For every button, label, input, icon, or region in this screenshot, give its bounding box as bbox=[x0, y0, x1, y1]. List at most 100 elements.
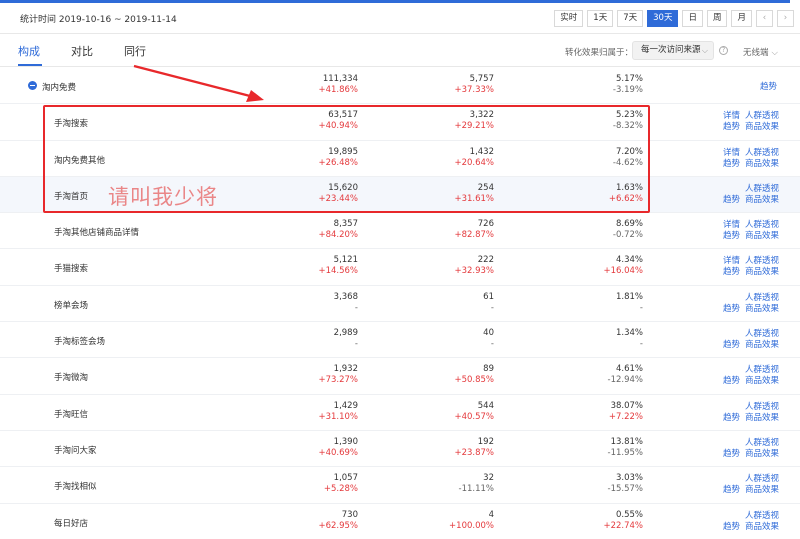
metric-change: +37.33% bbox=[454, 85, 494, 95]
crowd-link[interactable]: 人群透视 bbox=[745, 184, 779, 195]
crowd-link[interactable]: 人群透视 bbox=[745, 256, 779, 267]
visitors-cell: 2,989 - bbox=[334, 328, 358, 350]
trend-link[interactable]: 趋势 bbox=[723, 122, 740, 133]
metric-value: 544 bbox=[477, 400, 494, 411]
table-row: 手淘找相似 1,057 +5.28% 32 -11.11% 3.03% -15.… bbox=[0, 467, 800, 504]
buyers-cell: 222 +32.93% bbox=[454, 255, 494, 277]
stat-time-label: 统计时间 2019-10-16 ~ 2019-11-14 bbox=[20, 15, 177, 25]
range-realtime-button[interactable]: 实时 bbox=[554, 10, 584, 27]
metric-value: 8.69% bbox=[615, 219, 643, 230]
tab-peers[interactable]: 同行 bbox=[124, 43, 146, 59]
detail-link[interactable]: 详情 bbox=[723, 256, 740, 267]
conversion-cell: 38.07% +7.22% bbox=[609, 401, 643, 423]
goods-link[interactable]: 商品效果 bbox=[745, 267, 779, 278]
metric-value: 8,357 bbox=[333, 219, 358, 230]
range-7day-button[interactable]: 7天 bbox=[617, 10, 644, 27]
chevron-left-icon[interactable]: ‹ bbox=[756, 10, 773, 27]
metric-value: 1,932 bbox=[333, 364, 358, 375]
range-month-button[interactable]: 月 bbox=[731, 10, 752, 27]
metric-change: +40.69% bbox=[318, 447, 358, 458]
goods-link[interactable]: 商品效果 bbox=[745, 522, 779, 533]
crowd-link[interactable]: 人群透视 bbox=[745, 329, 779, 340]
chevron-down-icon: ⌵ bbox=[701, 46, 708, 55]
crowd-link[interactable]: 人群透视 bbox=[745, 293, 779, 304]
attribution-select[interactable]: 每一次访问来源 ⌵ bbox=[632, 41, 714, 60]
chevron-right-icon[interactable]: › bbox=[777, 10, 794, 27]
goods-link[interactable]: 商品效果 bbox=[745, 195, 779, 206]
metric-change: - bbox=[490, 339, 494, 350]
device-select[interactable]: 无线端 ⌵ bbox=[743, 46, 778, 58]
metric-change: +32.93% bbox=[454, 266, 494, 277]
metric-value: 3,322 bbox=[469, 110, 494, 121]
metric-value: 15,620 bbox=[328, 182, 358, 193]
trend-link[interactable]: 趋势 bbox=[723, 376, 740, 387]
metric-change: -3.19% bbox=[612, 85, 643, 95]
goods-link[interactable]: 商品效果 bbox=[745, 413, 779, 424]
crowd-link[interactable]: 人群透视 bbox=[745, 111, 779, 122]
table-row: 手淘搜索 63,517 +40.94% 3,322 +29.21% 5.23% … bbox=[0, 104, 800, 141]
metric-value: 1,057 bbox=[333, 473, 358, 484]
crowd-link[interactable]: 人群透视 bbox=[745, 438, 779, 449]
metric-value: 38.07% bbox=[610, 400, 643, 411]
tab-composition[interactable]: 构成 bbox=[18, 43, 40, 59]
metric-value: 61 bbox=[483, 291, 494, 302]
trend-link[interactable]: 趋势 bbox=[723, 304, 740, 315]
metric-value: 63,517 bbox=[328, 110, 358, 121]
trend-link[interactable]: 趋势 bbox=[723, 413, 740, 424]
metric-value: 1.81% bbox=[615, 291, 643, 302]
metric-change: +23.44% bbox=[318, 193, 358, 204]
goods-link[interactable]: 商品效果 bbox=[745, 231, 779, 242]
goods-link[interactable]: 商品效果 bbox=[745, 376, 779, 387]
crowd-link[interactable]: 人群透视 bbox=[745, 148, 779, 159]
goods-link[interactable]: 商品效果 bbox=[745, 304, 779, 315]
metric-change: +26.48% bbox=[318, 157, 358, 168]
metric-change: +22.74% bbox=[603, 520, 643, 531]
metric-change: +31.10% bbox=[318, 411, 358, 422]
goods-link[interactable]: 商品效果 bbox=[745, 159, 779, 170]
detail-link[interactable]: 详情 bbox=[723, 148, 740, 159]
crowd-link[interactable]: 人群透视 bbox=[745, 365, 779, 376]
goods-link[interactable]: 商品效果 bbox=[745, 122, 779, 133]
metric-change: +5.28% bbox=[323, 484, 358, 495]
detail-link[interactable]: 详情 bbox=[723, 111, 740, 122]
trend-link[interactable]: 趋势 bbox=[723, 485, 740, 496]
table-row: 手淘其他店铺商品详情 8,357 +84.20% 726 +82.87% 8.6… bbox=[0, 213, 800, 250]
trend-link[interactable]: 趋势 bbox=[723, 231, 740, 242]
crowd-link[interactable]: 人群透视 bbox=[745, 402, 779, 413]
trend-link[interactable]: 趋势 bbox=[723, 522, 740, 533]
buyers-cell: 89 +50.85% bbox=[454, 364, 494, 386]
metric-value: 13.81% bbox=[610, 436, 643, 447]
range-day-button[interactable]: 日 bbox=[682, 10, 703, 27]
metric-change: +40.57% bbox=[454, 411, 494, 422]
goods-link[interactable]: 商品效果 bbox=[745, 449, 779, 460]
trend-link[interactable]: 趋势 bbox=[723, 267, 740, 278]
buyers-cell: 32 -11.11% bbox=[459, 473, 494, 495]
range-week-button[interactable]: 周 bbox=[706, 10, 728, 27]
metric-value: 111,334 bbox=[322, 74, 358, 84]
metric-change: +62.95% bbox=[318, 520, 358, 531]
metric-value: 3,368 bbox=[333, 291, 358, 302]
question-circle-icon[interactable]: ? bbox=[719, 46, 728, 55]
table-row-parent: 淘内免费 111,334 +41.86% 5,757 +37.33% 5.17%… bbox=[0, 68, 800, 105]
trend-link[interactable]: 趋势 bbox=[723, 449, 740, 460]
source-name: 淘内免费 bbox=[42, 83, 77, 93]
trend-link[interactable]: 趋势 bbox=[723, 340, 740, 351]
metric-change: +31.61% bbox=[454, 193, 494, 204]
buyers-cell: 61 - bbox=[483, 292, 494, 314]
goods-link[interactable]: 商品效果 bbox=[745, 485, 779, 496]
range-1day-button[interactable]: 1天 bbox=[587, 10, 614, 27]
metric-change: +100.00% bbox=[449, 520, 494, 531]
trend-link[interactable]: 趋势 bbox=[760, 80, 777, 92]
trend-link[interactable]: 趋势 bbox=[723, 159, 740, 170]
detail-link[interactable]: 详情 bbox=[723, 220, 740, 231]
collapse-minus-icon[interactable] bbox=[28, 81, 37, 90]
source-name: 淘内免费其他 bbox=[54, 155, 106, 166]
range-30day-button[interactable]: 30天 bbox=[647, 10, 679, 27]
trend-link[interactable]: 趋势 bbox=[723, 195, 740, 206]
metric-value: 222 bbox=[477, 255, 494, 266]
tab-compare[interactable]: 对比 bbox=[71, 43, 93, 59]
goods-link[interactable]: 商品效果 bbox=[745, 340, 779, 351]
crowd-link[interactable]: 人群透视 bbox=[745, 474, 779, 485]
crowd-link[interactable]: 人群透视 bbox=[745, 511, 779, 522]
crowd-link[interactable]: 人群透视 bbox=[745, 220, 779, 231]
